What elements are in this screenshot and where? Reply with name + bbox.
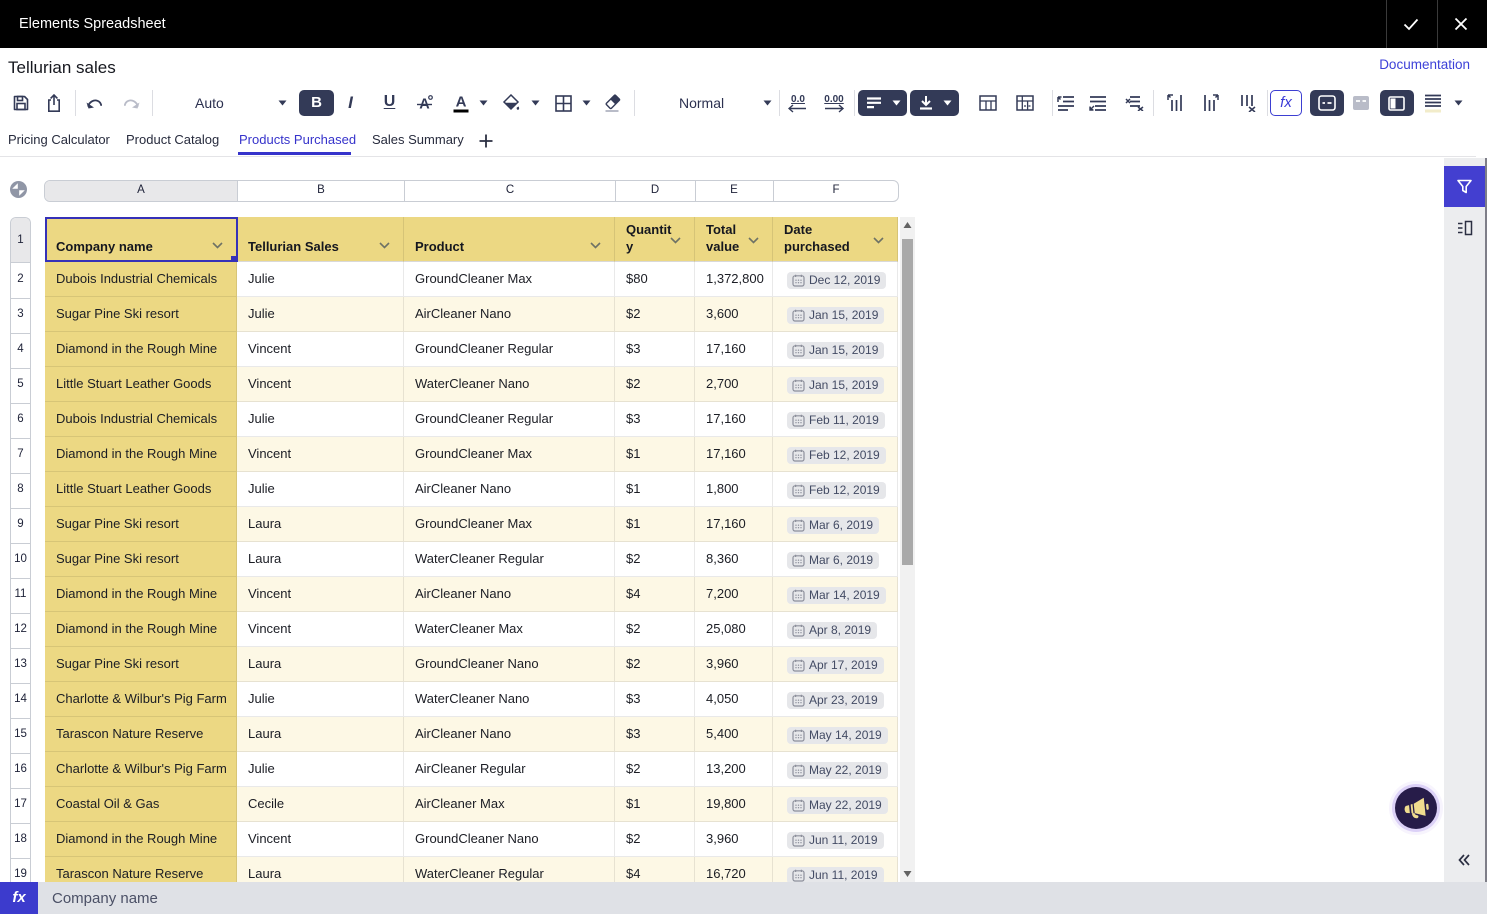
svg-text:A: A [456, 94, 467, 111]
svg-text:0.00: 0.00 [824, 94, 844, 105]
svg-text:0.0: 0.0 [791, 94, 805, 105]
